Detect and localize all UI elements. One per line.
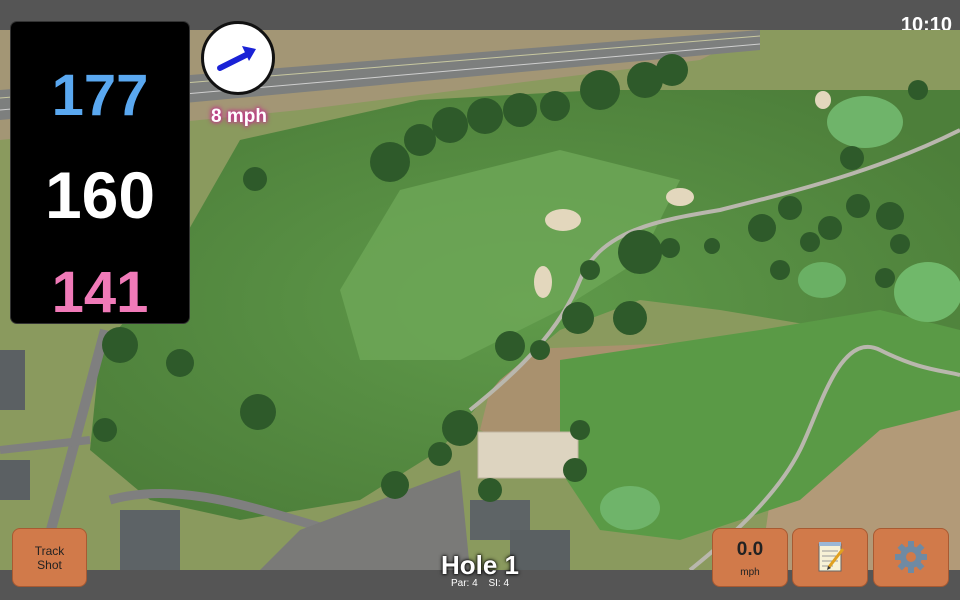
front-distance: 141 <box>51 260 149 325</box>
back-distance: 177 <box>51 63 149 128</box>
speed-value: 0.0 <box>736 539 764 560</box>
wind-indicator <box>201 21 275 95</box>
arrow-icon <box>217 46 256 71</box>
hole-si: SI: 4 <box>488 578 510 589</box>
notes-button[interactable] <box>792 528 868 587</box>
hole-info: Par: 4 SI: 4 <box>380 578 580 589</box>
gear-icon <box>895 541 927 573</box>
track-shot-label: Track Shot <box>34 543 65 572</box>
hole-par: Par: 4 <box>450 578 478 589</box>
hole-title: Hole 1 <box>440 550 520 580</box>
wind-speed: 8 mph <box>211 106 267 127</box>
notepad-icon <box>818 542 845 572</box>
speed-button[interactable]: 0.0 mph <box>712 528 788 587</box>
speed-unit: mph <box>740 567 760 578</box>
middle-distance: 160 <box>44 158 156 232</box>
distance-panel: 177 160 141 <box>11 22 189 325</box>
settings-button[interactable] <box>873 528 949 587</box>
track-shot-button[interactable]: Track Shot <box>12 528 87 587</box>
